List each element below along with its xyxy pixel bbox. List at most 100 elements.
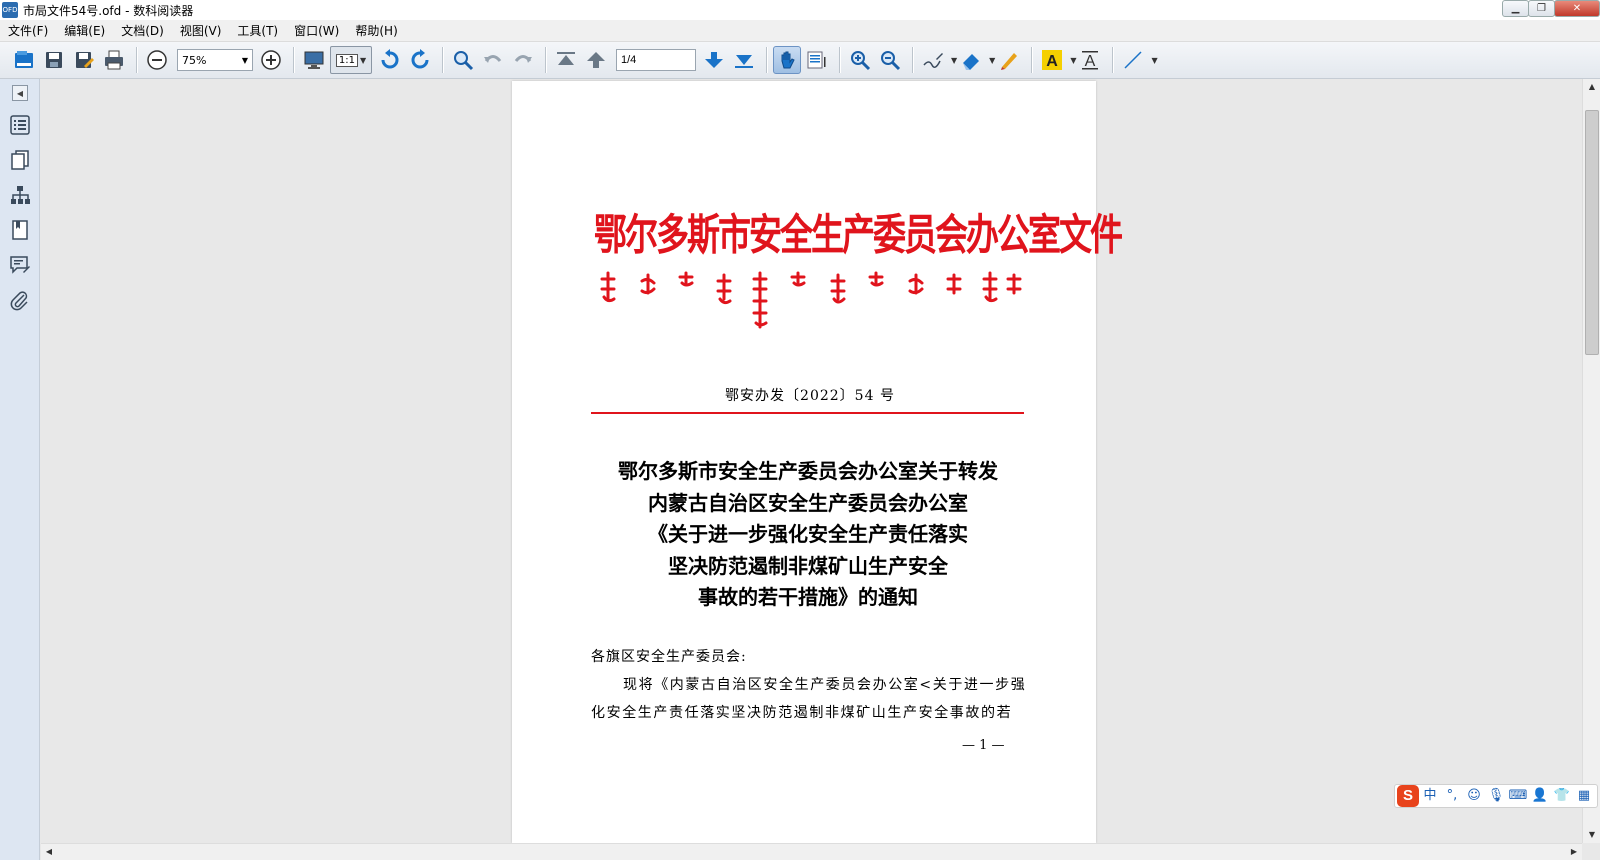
thumbnails-panel-button[interactable]	[0, 142, 40, 177]
menu-view[interactable]: 视图(V)	[172, 20, 230, 42]
microphone-icon[interactable]: 🎙	[1485, 785, 1507, 807]
ime-logo[interactable]: S	[1397, 785, 1419, 807]
arrow-down-icon	[705, 52, 723, 68]
pen-tool-button[interactable]	[919, 46, 947, 74]
bookmarks-panel-button[interactable]	[0, 212, 40, 247]
previous-page-button[interactable]	[582, 46, 610, 74]
redo-button[interactable]	[509, 46, 537, 74]
document-page: 鄂尔多斯市安全生产委员会办公室文件 鄂安办发〔2022〕54 号 鄂尔多斯市安全…	[512, 81, 1123, 843]
zoom-out-icon	[881, 51, 901, 71]
line-tool-button[interactable]	[1119, 46, 1147, 74]
zoom-select[interactable]: 75% ▼	[177, 49, 253, 71]
rotate-cw-icon	[411, 49, 429, 69]
menu-help[interactable]: 帮助(H)	[347, 20, 405, 42]
undo-button[interactable]	[479, 46, 507, 74]
document-title: 鄂尔多斯市安全生产委员会办公室关于转发 内蒙古自治区安全生产委员会办公室 《关于…	[572, 456, 1044, 614]
underline-text-button[interactable]: A	[1076, 46, 1104, 74]
outline-panel-button[interactable]	[0, 107, 40, 142]
skin-icon[interactable]: 👕	[1551, 785, 1573, 807]
redo-icon	[514, 55, 532, 63]
toolbar-separator	[442, 47, 443, 73]
comment-edit-icon	[10, 255, 30, 274]
next-page-button[interactable]	[700, 46, 728, 74]
save-as-button[interactable]	[70, 46, 98, 74]
scroll-left-icon[interactable]: ◀	[41, 844, 57, 860]
toolbar-separator	[136, 47, 137, 73]
header-divider	[591, 412, 1024, 414]
menu-file[interactable]: 文件(F)	[0, 20, 56, 42]
scroll-down-icon[interactable]: ▼	[1583, 827, 1600, 843]
chevron-down-icon: ▼	[359, 55, 367, 65]
text-highlight-icon: A	[1042, 50, 1063, 70]
pages-icon	[11, 149, 29, 170]
page-footer-number: — 1 —	[962, 738, 1005, 753]
actual-size-button[interactable]: 1:1 ▼	[330, 46, 372, 74]
fullscreen-button[interactable]	[300, 46, 328, 74]
collapse-sidebar-icon[interactable]: ◀	[12, 85, 28, 101]
zoom-in-tool-button[interactable]	[846, 46, 874, 74]
save-as-icon	[76, 52, 94, 68]
restore-button[interactable]: ❐	[1528, 0, 1555, 17]
menu-window[interactable]: 窗口(W)	[286, 20, 347, 42]
hand-icon	[781, 51, 795, 69]
highlight-text-button[interactable]: A	[1038, 46, 1066, 74]
toolbar-separator	[1031, 47, 1033, 73]
structure-panel-button[interactable]	[0, 177, 40, 212]
document-number: 鄂安办发〔2022〕54 号	[725, 388, 895, 404]
actual-size-label: 1:1	[335, 53, 358, 67]
annotations-panel-button[interactable]	[0, 247, 40, 282]
toolbar-separator	[766, 47, 767, 73]
hand-tool-button[interactable]	[773, 46, 801, 74]
line-dropdown-icon[interactable]: ▼	[1151, 56, 1157, 65]
open-file-button[interactable]	[10, 46, 38, 74]
close-button[interactable]: ✕	[1554, 0, 1600, 17]
user-icon[interactable]: 👤	[1529, 785, 1551, 807]
zoom-out-button[interactable]	[143, 46, 171, 74]
svg-text:A: A	[1047, 53, 1059, 70]
scroll-up-icon[interactable]: ▲	[1583, 79, 1600, 95]
pen-icon	[923, 53, 943, 68]
printer-icon	[105, 50, 123, 70]
menu-bar: 文件(F) 编辑(E) 文档(D) 视图(V) 工具(T) 窗口(W) 帮助(H…	[0, 20, 1600, 42]
chevron-down-icon: ▼	[241, 55, 248, 65]
first-page-button[interactable]	[552, 46, 580, 74]
left-sidebar: ◀	[0, 79, 40, 860]
vertical-scroll-thumb[interactable]	[1585, 110, 1599, 355]
paperclip-icon	[10, 290, 28, 310]
highlighter-icon	[1001, 53, 1018, 70]
menu-tools[interactable]: 工具(T)	[229, 20, 286, 42]
minimize-button[interactable]: ▁	[1502, 0, 1529, 17]
toolbar-separator	[912, 47, 913, 73]
text-select-button[interactable]	[803, 46, 831, 74]
title-line: 坚决防范遏制非煤矿山生产安全	[668, 553, 948, 578]
horizontal-scrollbar[interactable]: ◀ ▶	[41, 843, 1582, 860]
ime-punctuation-toggle[interactable]: °,	[1441, 785, 1463, 807]
highlighter-button[interactable]	[995, 46, 1023, 74]
last-page-button[interactable]	[730, 46, 758, 74]
sitemap-icon	[11, 185, 30, 204]
grid-menu-icon[interactable]: ▦	[1573, 785, 1595, 807]
emoji-icon[interactable]: ☺	[1463, 785, 1485, 807]
minus-circle-icon	[147, 50, 167, 70]
page-number-input[interactable]	[616, 49, 696, 71]
app-icon: OFD	[2, 2, 18, 18]
scroll-right-icon[interactable]: ▶	[1566, 844, 1582, 860]
bookmark-icon	[12, 219, 28, 240]
document-viewport[interactable]: 鄂尔多斯市安全生产委员会办公室文件 鄂安办发〔2022〕54 号 鄂尔多斯市安全…	[41, 79, 1582, 843]
menu-document[interactable]: 文档(D)	[113, 20, 172, 42]
attachments-panel-button[interactable]	[0, 282, 40, 317]
plus-circle-icon	[261, 50, 281, 70]
ime-language-toggle[interactable]: 中	[1419, 785, 1441, 807]
save-icon	[46, 52, 62, 68]
eraser-tool-button[interactable]	[957, 46, 985, 74]
zoom-out-tool-button[interactable]	[876, 46, 904, 74]
vertical-scrollbar[interactable]: ▲ ▼	[1582, 79, 1600, 843]
rotate-left-button[interactable]	[376, 46, 404, 74]
rotate-right-button[interactable]	[406, 46, 434, 74]
keyboard-icon[interactable]: ⌨	[1507, 785, 1529, 807]
menu-edit[interactable]: 编辑(E)	[56, 20, 113, 42]
search-button[interactable]	[449, 46, 477, 74]
zoom-in-button[interactable]	[257, 46, 285, 74]
print-button[interactable]	[100, 46, 128, 74]
save-button[interactable]	[40, 46, 68, 74]
